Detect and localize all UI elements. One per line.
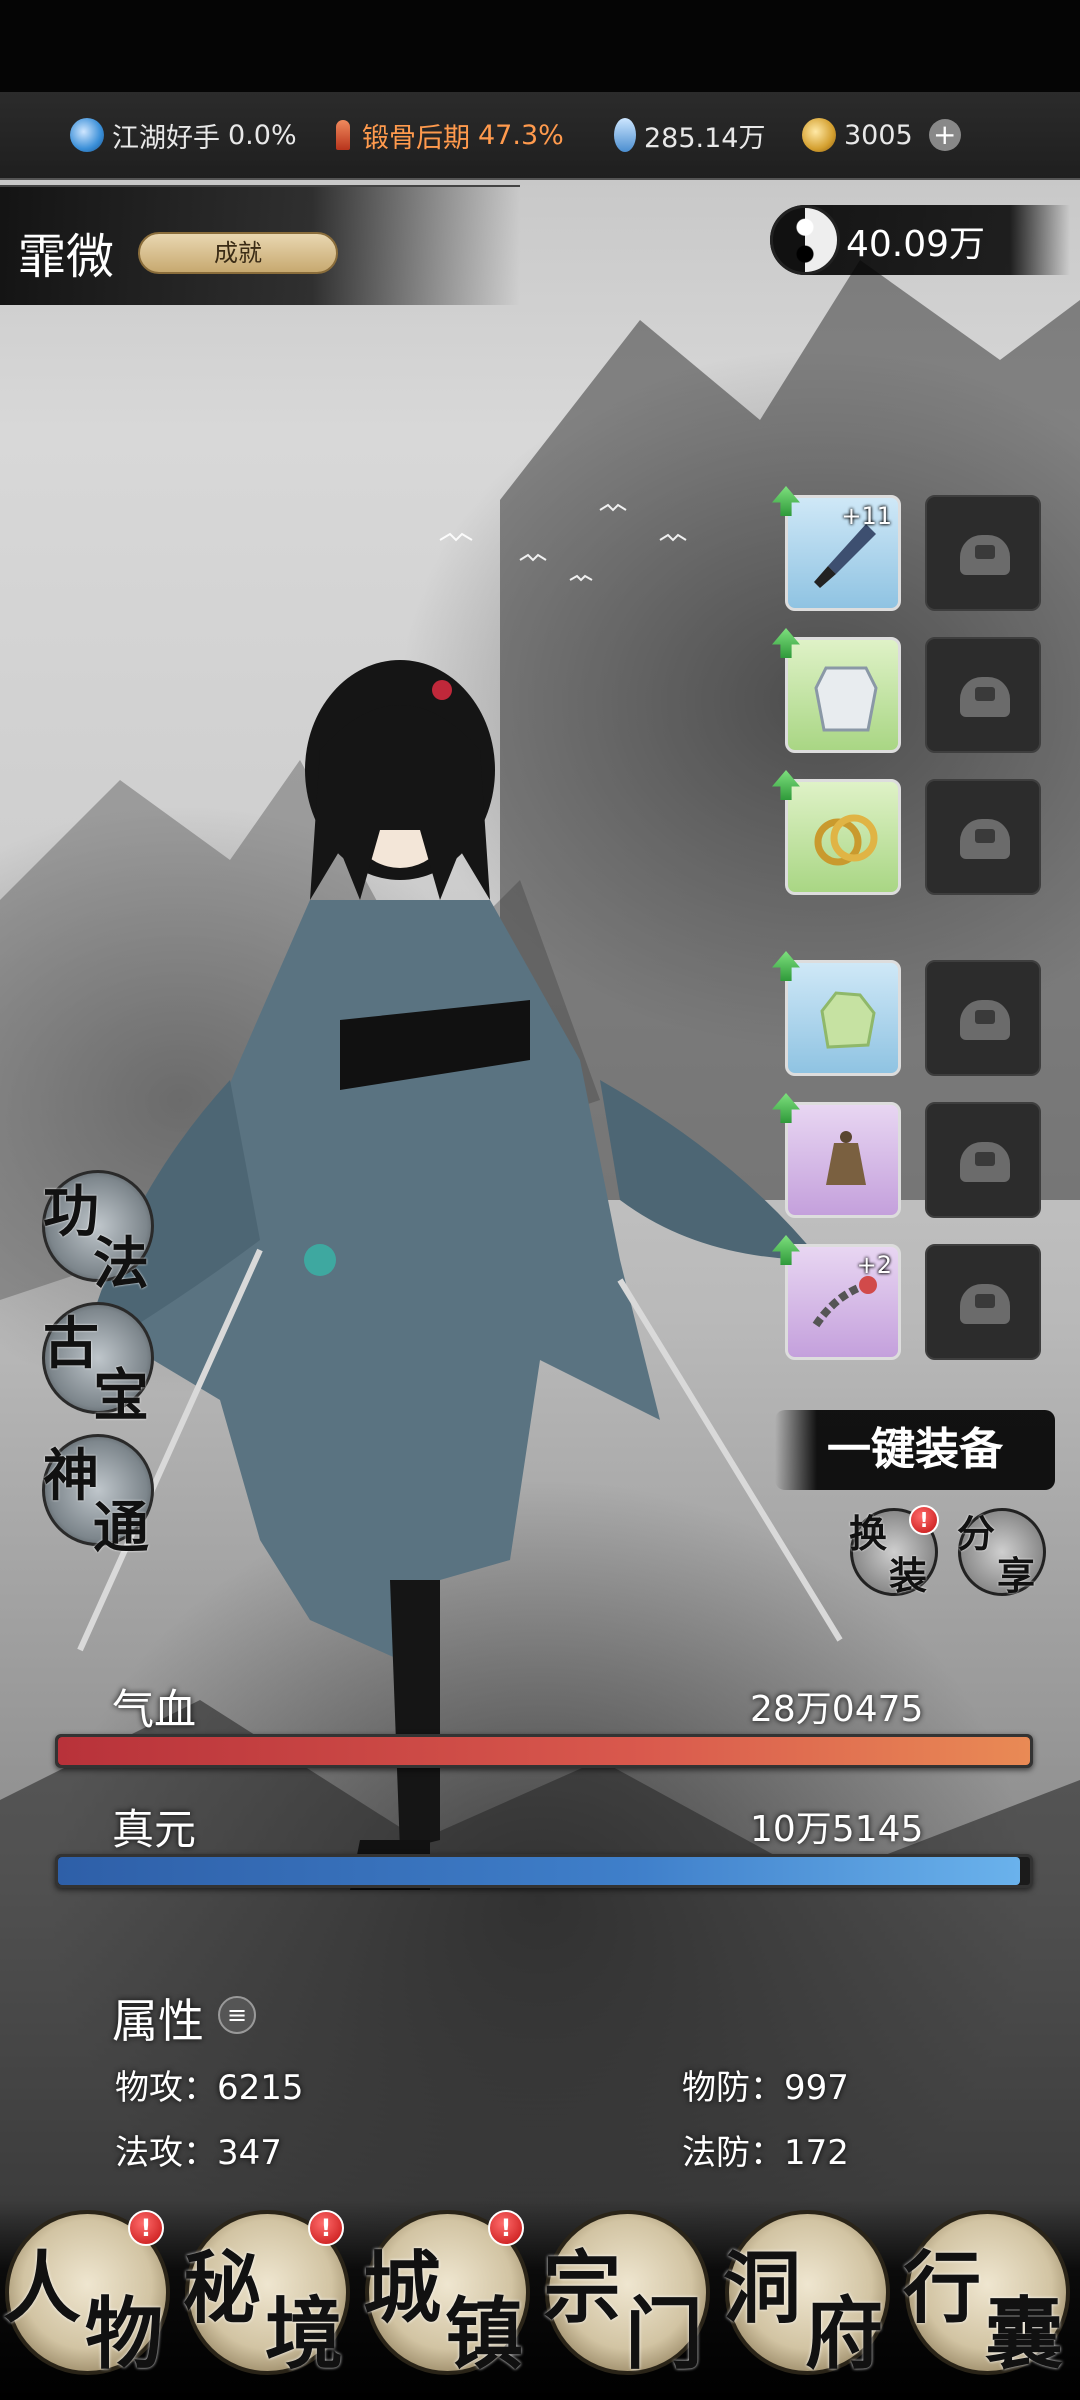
empty-slot-6[interactable] [925,1244,1041,1360]
nav-town-char-1: 城 [363,2243,442,2334]
nav-character-char-1: 人 [3,2243,82,2334]
cultivation-resource[interactable]: 锻骨后期 47.3% [332,91,614,179]
gold-coin-icon [802,118,836,152]
combat-power-display: 40.09万 [770,205,1070,275]
resource-bar: 江湖好手 0.0% 锻骨后期 47.3% 285.14万 3005 + [0,92,1080,180]
skills-char-1: 功 [43,1179,99,1245]
alert-badge: ! [488,2210,524,2246]
equip-slot-ring[interactable] [772,770,901,895]
alert-badge: ! [909,1505,939,1535]
skills-button[interactable]: 功 法 [42,1170,154,1297]
powers-button[interactable]: 神 通 [42,1434,154,1561]
empty-slot-3[interactable] [925,779,1041,895]
mp-label: 真元 [112,1805,197,1854]
spirit-water-resource[interactable]: 285.14万 [614,91,802,179]
physical-defense: 物防：997 [682,2068,849,2108]
change-outfit-char-2: 装 [889,1553,928,1598]
equip-slot-bracelet[interactable]: +2 [772,1235,901,1360]
flame-icon [332,118,354,152]
mp-value: 10万5145 [750,1809,924,1850]
hp-label: 气血 [112,1685,197,1734]
player-name: 霏微 [18,229,115,285]
magic-defense: 法防：172 [682,2133,849,2173]
equip-slot-bell[interactable] [772,1093,901,1218]
nav-sect-char-1: 宗 [543,2243,622,2334]
empty-slot-1[interactable] [925,495,1041,611]
water-drop-icon [614,118,636,152]
spirit-water-value: 285.14万 [644,122,766,154]
item-level: +11 [841,502,892,530]
lock-icon [960,677,1010,717]
nav-inventory-char-1: 行 [903,2243,982,2334]
one-key-equip-button[interactable]: 一键装备 [775,1410,1055,1490]
attributes-title: 属性 [112,1994,204,2048]
nav-character[interactable]: 人 物 ! [3,2210,170,2380]
nav-sect-char-2: 门 [625,2289,704,2380]
empty-slot-4[interactable] [925,960,1041,1076]
lock-icon [960,535,1010,575]
realm-swirl-icon [70,118,104,152]
item-level: +2 [856,1251,892,1279]
share-button[interactable]: 分 享 [957,1508,1046,1598]
share-char-1: 分 [957,1511,996,1556]
nav-inventory[interactable]: 行 囊 [903,2210,1070,2380]
nav-secret-realm-char-1: 秘 [183,2243,262,2334]
share-char-2: 享 [997,1553,1036,1598]
nav-town[interactable]: 城 镇 ! [363,2210,530,2380]
lock-icon [960,1284,1010,1324]
achievement-button[interactable]: 成就 [138,232,338,274]
nav-secret-realm-char-2: 境 [265,2289,344,2380]
realm-percent: 0.0% [228,119,297,151]
cultivation-label: 锻骨后期 [362,122,470,154]
treasures-char-1: 古 [43,1311,99,1377]
skills-char-2: 法 [93,1231,149,1297]
bell-icon [826,1131,866,1185]
equip-slot-weapon[interactable]: +11 [772,486,901,611]
hp-bar [55,1734,1033,1768]
mp-bar-fill [58,1857,1021,1885]
jade-stone-icon [820,991,876,1049]
nav-cave-dwelling-char-2: 府 [805,2289,884,2380]
armor-icon [814,666,878,732]
hp-value: 28万0475 [750,1689,924,1730]
equip-slot-jade[interactable] [772,951,901,1076]
mp-bar [55,1854,1033,1888]
nav-sect[interactable]: 宗 门 [543,2210,710,2380]
attributes-list-icon[interactable] [218,1996,256,2034]
physical-attack: 物攻：6215 [115,2068,304,2108]
empty-slot-5[interactable] [925,1102,1041,1218]
player-header: 霏微 成就 [0,185,520,305]
treasures-char-2: 宝 [93,1363,149,1429]
realm-label: 江湖好手 [112,122,220,154]
gold-value: 3005 [844,119,913,151]
change-outfit-button[interactable]: 换 装 ! [849,1505,939,1598]
powers-char-1: 神 [43,1443,99,1509]
treasures-button[interactable]: 古 宝 [42,1302,154,1429]
nav-inventory-char-2: 囊 [985,2289,1064,2380]
nav-cave-dwelling-char-1: 洞 [723,2243,802,2334]
nav-character-char-2: 物 [85,2289,164,2380]
nav-town-char-2: 镇 [445,2289,524,2380]
realm-resource[interactable]: 江湖好手 0.0% [70,91,332,179]
nav-cave-dwelling[interactable]: 洞 府 [723,2210,890,2380]
magic-attack: 法攻：347 [115,2133,282,2173]
gold-resource[interactable]: 3005 + [802,91,972,179]
cultivation-percent: 47.3% [478,119,564,151]
combat-power-value: 40.09万 [846,224,986,265]
lock-icon [960,1142,1010,1182]
nav-secret-realm[interactable]: 秘 境 ! [183,2210,350,2380]
powers-char-2: 通 [93,1495,149,1561]
lock-icon [960,1000,1010,1040]
status-bar [0,0,1080,92]
alert-badge: ! [308,2210,344,2246]
hp-bar-fill [58,1737,1030,1765]
empty-slot-2[interactable] [925,637,1041,753]
add-gold-button[interactable]: + [928,119,961,151]
alert-badge: ! [128,2210,164,2246]
yin-yang-icon [770,205,840,275]
ring-icon [814,814,878,866]
lock-icon [960,819,1010,859]
equip-slot-armor[interactable] [772,628,901,753]
change-outfit-char-1: 换 [849,1511,888,1556]
